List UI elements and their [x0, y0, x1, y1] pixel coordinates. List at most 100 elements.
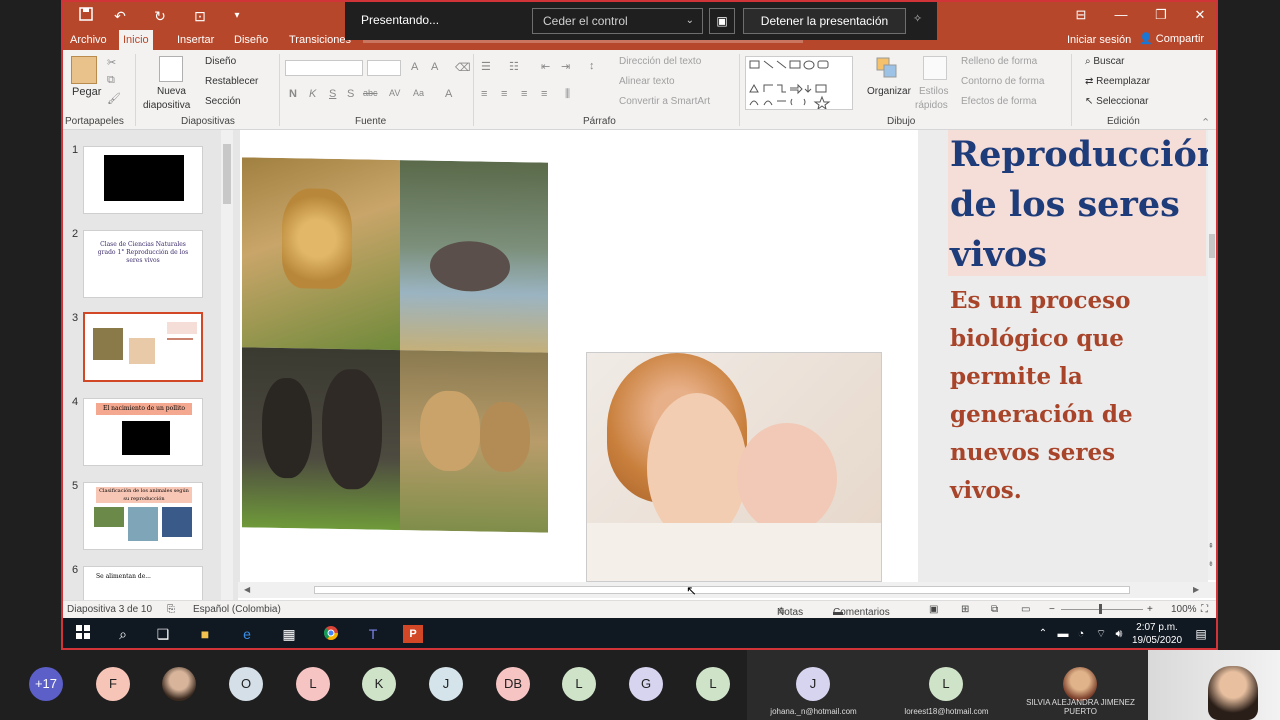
zoom-in-icon[interactable]: + [1147, 604, 1153, 615]
convert-smartart-button[interactable]: Convertir a SmartArt [619, 96, 710, 107]
scroll-thumb[interactable] [1209, 234, 1215, 258]
underline-icon[interactable]: S [329, 88, 336, 100]
line-spacing-icon[interactable]: ↕ [589, 60, 595, 72]
layout-button[interactable]: Diseño [205, 56, 236, 67]
participant-avatar[interactable]: L [562, 667, 596, 701]
volume-icon[interactable]: 🔊︎ [1109, 625, 1129, 643]
slide-title[interactable]: Reproducción de los seres vivos [948, 130, 1208, 276]
cut-icon[interactable]: ✂ [107, 56, 116, 69]
font-color-icon[interactable]: A [445, 88, 452, 100]
scroll-thumb[interactable] [314, 586, 1130, 594]
spacing-icon[interactable]: AV [389, 88, 400, 98]
scroll-right-icon[interactable]: ▶ [1193, 585, 1199, 594]
align-right-icon[interactable]: ≡ [521, 88, 527, 100]
stop-presenting-button[interactable]: Detener la presentación [743, 8, 906, 34]
shape-fill-button[interactable]: Relleno de forma [961, 56, 1037, 67]
mother-baby-photo[interactable] [586, 352, 882, 582]
arrange-icon[interactable] [875, 56, 899, 80]
slide-thumbnail-1[interactable] [83, 146, 203, 214]
slide-thumbnail-5[interactable]: Clasificación de los animales según su r… [83, 482, 203, 550]
slide-thumbnail-6[interactable]: Se alimentan de... [83, 566, 203, 600]
shrink-font-icon[interactable]: A [431, 61, 438, 73]
store-icon[interactable]: ▦ [279, 625, 299, 643]
participant-avatar[interactable]: O [229, 667, 263, 701]
vertical-scrollbar[interactable]: ⇞ ⇟ [1208, 130, 1216, 580]
redo-icon[interactable]: ↻ [151, 7, 169, 25]
participant-avatar[interactable]: F [96, 667, 130, 701]
tray-app-icon[interactable]: ▬ [1053, 625, 1073, 643]
file-explorer-icon[interactable]: ■ [195, 625, 215, 643]
zoom-slider[interactable] [1061, 609, 1143, 610]
participant-avatar[interactable]: DB [496, 667, 530, 701]
sign-in-link[interactable]: Iniciar sesión [1067, 34, 1131, 46]
bullets-icon[interactable]: ☰ [481, 60, 491, 73]
strikethrough-icon[interactable]: abc [363, 88, 378, 98]
collapse-ribbon-icon[interactable]: ⌃ [1201, 116, 1210, 129]
undo-icon[interactable]: ↶ [111, 7, 129, 25]
edge-icon[interactable]: e [237, 625, 257, 643]
minimize-icon[interactable]: — [1106, 5, 1136, 25]
tab-diseno[interactable]: Diseño [230, 31, 272, 49]
arrange-button[interactable]: Organizar [867, 86, 911, 97]
spelling-icon[interactable]: ⎘ [167, 604, 175, 615]
decrease-indent-icon[interactable]: ⇤ [541, 60, 550, 73]
slideshow-view-icon[interactable]: ▭ [1021, 604, 1030, 615]
section-button[interactable]: Sección [205, 96, 241, 107]
zoom-out-icon[interactable]: − [1049, 604, 1055, 615]
increase-indent-icon[interactable]: ⇥ [561, 60, 570, 73]
teams-icon[interactable]: T [363, 625, 383, 643]
pin-icon[interactable]: ✧ [913, 12, 929, 28]
tray-expand-icon[interactable]: ⌃ [1033, 625, 1053, 643]
close-icon[interactable]: ✕ [1185, 5, 1215, 25]
participant-tile[interactable]: L loreest18@hotmail.com [880, 650, 1013, 720]
slide-canvas[interactable]: Reproducción de los seres vivos Es un pr… [240, 130, 1208, 582]
search-icon[interactable]: ⌕ [113, 625, 133, 643]
self-video-tile[interactable] [1148, 650, 1280, 720]
align-left-icon[interactable]: ≡ [481, 88, 487, 100]
slideshow-icon[interactable]: ⊡ [191, 7, 209, 25]
task-view-icon[interactable]: ❏ [153, 625, 173, 643]
next-slide-icon[interactable]: ⇟ [1208, 560, 1216, 568]
new-slide-label-2[interactable]: diapositiva [143, 100, 190, 111]
more-participants-badge[interactable]: +17 [29, 667, 63, 701]
replace-button[interactable]: ⇄ Reemplazar [1085, 76, 1150, 87]
slide-thumbnail-4[interactable]: El nacimiento de un pollito [83, 398, 203, 466]
normal-view-icon[interactable]: ▣ [929, 604, 938, 615]
ribbon-display-icon[interactable]: ⊟ [1066, 5, 1096, 25]
font-name-input[interactable] [285, 60, 363, 76]
zoom-slider-thumb[interactable] [1099, 604, 1102, 614]
change-case-icon[interactable]: Aa [413, 88, 424, 98]
align-center-icon[interactable]: ≡ [501, 88, 507, 100]
numbering-icon[interactable]: ☷ [509, 60, 519, 73]
find-button[interactable]: ⌕ Buscar [1085, 56, 1125, 67]
tab-inicio[interactable]: Inicio [119, 30, 153, 50]
fit-slide-icon[interactable]: ⛶ [1201, 604, 1208, 615]
shadow-icon[interactable]: S [347, 88, 354, 100]
italic-icon[interactable]: K [309, 88, 316, 100]
participant-avatar[interactable]: G [629, 667, 663, 701]
clock[interactable]: 2:07 p.m. 19/05/2020 [1131, 621, 1183, 647]
new-slide-label-1[interactable]: Nueva [157, 86, 186, 97]
notification-icon[interactable]: ▤ [1191, 625, 1211, 643]
shapes-gallery[interactable] [745, 56, 853, 111]
share-button[interactable]: 👤 Compartir [1139, 32, 1204, 45]
quick-styles-icon[interactable] [923, 56, 947, 80]
slide-thumbnail-2[interactable]: Clase de Ciencias Naturales grado 1° Rep… [83, 230, 203, 298]
participant-photo-avatar[interactable] [162, 667, 196, 701]
qat-more-icon[interactable]: ▾ [228, 7, 246, 25]
slide-sorter-icon[interactable]: ⊞ [961, 604, 969, 615]
columns-icon[interactable]: ⫼ [565, 88, 570, 101]
participant-avatar[interactable]: L [696, 667, 730, 701]
give-control-select[interactable]: Ceder el control ⌄ [532, 8, 703, 34]
participant-tile[interactable]: SILVIA ALEJANDRA JIMENEZ PUERTO [1013, 650, 1148, 720]
language-indicator[interactable]: Español (Colombia) [193, 604, 281, 615]
save-icon[interactable] [77, 7, 95, 25]
clear-format-icon[interactable]: ⌫ [455, 61, 471, 74]
quick-styles-label-1[interactable]: Estilos [919, 86, 948, 97]
new-slide-icon[interactable] [159, 56, 183, 82]
reset-button[interactable]: Restablecer [205, 76, 258, 87]
paste-label[interactable]: Pegar [72, 86, 101, 98]
grow-font-icon[interactable]: A [411, 61, 418, 73]
format-painter-icon[interactable]: 🖌 [107, 92, 121, 105]
scroll-thumb[interactable] [223, 144, 231, 204]
